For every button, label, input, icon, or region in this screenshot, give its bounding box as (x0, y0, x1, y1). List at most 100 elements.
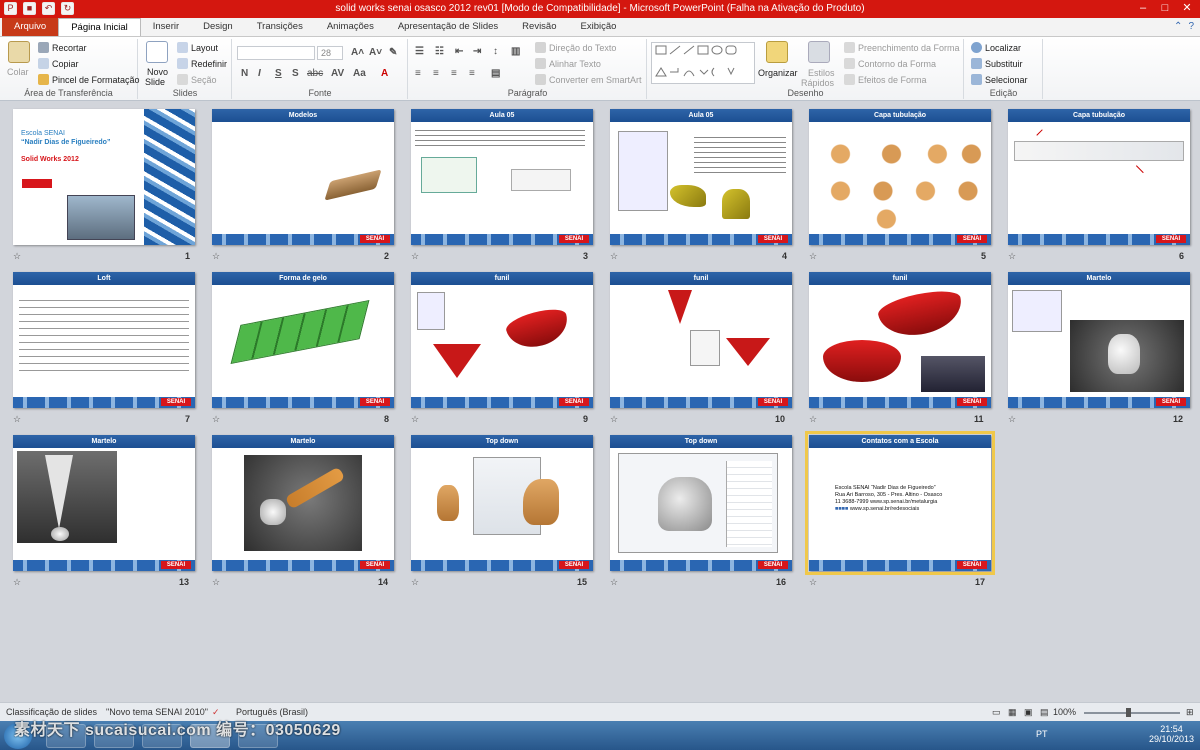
align-text-button[interactable]: Alinhar Texto (535, 58, 601, 69)
copy-button[interactable]: Copiar (38, 58, 79, 69)
decrease-indent-icon[interactable]: ⇤ (455, 46, 463, 57)
shapes-gallery[interactable] (651, 42, 755, 84)
group-label-clipboard: Área de Transferência (24, 88, 113, 98)
font-color-icon[interactable]: A (381, 68, 388, 79)
quick-styles-button-line2[interactable]: Rápidos (801, 78, 834, 88)
help-icon[interactable]: ? (1188, 21, 1194, 32)
tab-animacoes[interactable]: Animações (315, 18, 386, 36)
tab-exibicao[interactable]: Exibição (569, 18, 629, 36)
slide-number-11: 11 (974, 414, 984, 424)
slide-number-5: 5 (981, 251, 987, 261)
align-left-icon[interactable]: ≡ (415, 68, 421, 79)
slideshow-icon[interactable]: ▤ (1040, 707, 1049, 718)
slide-thumbnail-6[interactable]: Capa tubulação SENAI (1008, 109, 1190, 245)
maximize-button[interactable]: □ (1154, 0, 1176, 18)
slide-thumbnail-7[interactable]: Loft SENAI (13, 272, 195, 408)
tab-transicoes[interactable]: Transições (245, 18, 315, 36)
system-clock[interactable]: 21:54 29/10/2013 (1149, 724, 1194, 744)
quick-styles-button[interactable]: Estilos (808, 68, 835, 78)
grow-font-icon[interactable]: A˄ (351, 47, 364, 58)
line-spacing-icon[interactable]: ↕ (493, 46, 498, 57)
window-title: solid works senai osasco 2012 rev01 [Mod… (335, 3, 865, 14)
align-right-icon[interactable]: ≡ (451, 68, 457, 79)
slide-thumbnail-2[interactable]: Modelos SENAI (212, 109, 394, 245)
arrange-button[interactable]: Organizar (758, 68, 798, 78)
shape-effects-button[interactable]: Efeitos de Forma (844, 74, 927, 85)
fit-window-icon[interactable]: ⊞ (1186, 707, 1194, 718)
slide-thumbnail-12[interactable]: Martelo SENAI (1008, 272, 1190, 408)
clock-date: 29/10/2013 (1148, 734, 1194, 744)
input-language[interactable]: PT (1036, 729, 1048, 739)
increase-indent-icon[interactable]: ⇥ (473, 46, 481, 57)
tab-revisao[interactable]: Revisão (510, 18, 568, 36)
outline-icon (844, 58, 855, 69)
reading-view-icon[interactable]: ▣ (1024, 707, 1033, 718)
cut-button[interactable]: Recortar (38, 42, 87, 53)
select-button[interactable]: Selecionar (971, 74, 1028, 85)
justify-icon[interactable]: ≡ (469, 68, 475, 79)
find-button[interactable]: Localizar (971, 42, 1021, 53)
bullets-icon[interactable]: ☰ (415, 46, 424, 57)
spacing-icon[interactable]: AV (331, 68, 344, 79)
minimize-ribbon-icon[interactable]: ⌃ (1174, 21, 1182, 32)
new-slide-button[interactable]: Novo (147, 67, 168, 77)
shape-fill-button[interactable]: Preenchimento da Forma (844, 42, 960, 53)
shrink-font-icon[interactable]: A˅ (369, 47, 382, 58)
slide-thumbnail-5[interactable]: Capa tubulação SENAI (809, 109, 991, 245)
numbering-icon[interactable]: ☷ (435, 46, 444, 57)
slide-thumbnail-16[interactable]: Top down SENAI (610, 435, 792, 571)
tab-arquivo[interactable]: Arquivo (2, 18, 59, 36)
slide-thumbnail-8[interactable]: Forma de gelo SENAI (212, 272, 394, 408)
slide-thumbnail-3[interactable]: Aula 05 SENAI (411, 109, 593, 245)
layout-button[interactable]: Layout (177, 42, 218, 53)
clear-format-icon[interactable]: ✎ (389, 47, 397, 58)
reset-button[interactable]: Redefinir (177, 58, 227, 69)
underline-icon[interactable]: S (275, 68, 282, 79)
sorter-view-icon[interactable]: ▦ (1008, 707, 1017, 718)
font-size-field[interactable]: 28 (317, 46, 343, 60)
shape-outline-button[interactable]: Contorno da Forma (844, 58, 936, 69)
font-name-field[interactable] (237, 46, 315, 60)
slide-thumbnail-15[interactable]: Top down SENAI (411, 435, 593, 571)
format-painter-button[interactable]: Pincel de Formatação (38, 74, 140, 85)
slide-thumbnail-4[interactable]: Aula 05 SENAI (610, 109, 792, 245)
slide-thumbnail-11[interactable]: funil SENAI (809, 272, 991, 408)
slide-thumbnail-10[interactable]: funil SENAI (610, 272, 792, 408)
quick-styles-icon (808, 41, 830, 63)
format-painter-label: Pincel de Formatação (52, 74, 140, 85)
align-center-icon[interactable]: ≡ (433, 68, 439, 79)
gray-part-image (658, 477, 712, 531)
senai-logo: SENAI (161, 561, 191, 569)
text-direction-mini-icon[interactable]: ▤ (491, 68, 500, 79)
section-button[interactable]: Seção (177, 74, 217, 85)
zoom-slider-thumb[interactable] (1126, 708, 1131, 717)
tab-pagina-inicial[interactable]: Página Inicial (58, 18, 141, 36)
bold-icon[interactable]: N (241, 68, 248, 79)
shadow-icon[interactable]: S (292, 68, 299, 79)
smartart-button[interactable]: Converter em SmartArt (535, 74, 642, 85)
slide-thumbnail-13[interactable]: Martelo SENAI (13, 435, 195, 571)
effects-icon (844, 74, 855, 85)
minimize-button[interactable]: – (1132, 0, 1154, 18)
ribbon-tabs: Arquivo Página Inicial Inserir Design Tr… (0, 18, 1200, 37)
normal-view-icon[interactable]: ▭ (992, 707, 1001, 718)
paste-button[interactable]: Colar (7, 67, 29, 77)
case-icon[interactable]: Aa (353, 68, 366, 79)
zoom-level[interactable]: 100% (1053, 707, 1076, 717)
strikethrough-icon[interactable]: abc (307, 68, 323, 79)
zoom-slider[interactable] (1084, 712, 1180, 714)
slide-thumbnail-9[interactable]: funil SENAI (411, 272, 593, 408)
columns-icon[interactable]: ▥ (511, 46, 520, 57)
slide-thumbnail-1[interactable]: Escola SENAI “Nadir Dias de Figueiredo” … (13, 109, 195, 245)
transition-star-icon: ☆ (809, 577, 818, 587)
tab-apresentacao[interactable]: Apresentação de Slides (386, 18, 510, 36)
slide-thumbnail-14[interactable]: Martelo SENAI (212, 435, 394, 571)
replace-button[interactable]: Substituir (971, 58, 1023, 69)
slide-thumbnail-17[interactable]: Contatos com a Escola Escola SENAI “Nadi… (805, 431, 995, 575)
tab-inserir[interactable]: Inserir (141, 18, 191, 36)
new-slide-button-line2[interactable]: Slide (145, 77, 165, 87)
text-direction-button[interactable]: Direção do Texto (535, 42, 616, 53)
close-button[interactable]: ✕ (1176, 0, 1198, 18)
tab-design[interactable]: Design (191, 18, 245, 36)
italic-icon[interactable]: I (258, 68, 261, 79)
